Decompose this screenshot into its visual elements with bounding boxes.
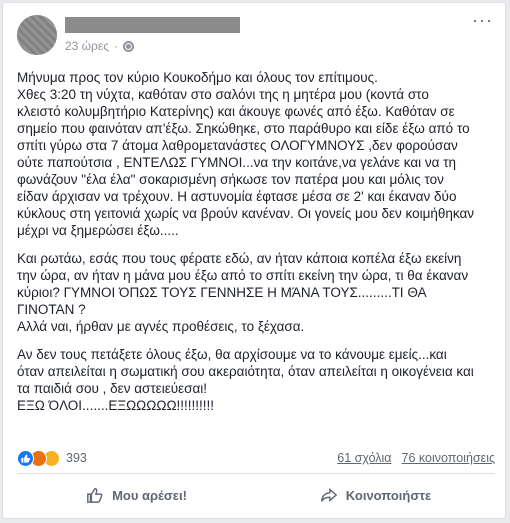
reactions[interactable]: 393 — [17, 449, 87, 467]
like-label: Μου αρέσει! — [112, 487, 187, 503]
redacted-author-name[interactable] — [65, 17, 240, 33]
post-meta: 23 ώρες · — [65, 39, 135, 53]
share-button[interactable]: Κοινοποιήστε — [256, 477, 495, 513]
post-body: Μήνυμα προς τον κύριο Κουκοδήμο και όλου… — [17, 69, 497, 425]
thumbs-up-icon — [87, 487, 103, 503]
like-button[interactable]: Μου αρέσει! — [17, 477, 256, 513]
shares-link[interactable]: 76 κοινοποιήσεις — [402, 451, 495, 465]
more-options-icon[interactable]: ··· — [472, 11, 493, 29]
share-label: Κοινοποιήστε — [345, 487, 432, 503]
post-actions: Μου αρέσει! Κοινοποιήστε — [17, 477, 495, 513]
reactions-count[interactable]: 393 — [66, 451, 87, 465]
post-paragraph: Και ρωτάω, εσάς που τους φέρατε εδώ, αν … — [17, 251, 469, 334]
share-arrow-icon — [320, 488, 338, 502]
post-time[interactable]: 23 ώρες — [65, 39, 109, 53]
like-reaction-icon — [17, 449, 34, 467]
divider — [17, 473, 495, 474]
avatar[interactable] — [17, 15, 57, 55]
post-paragraph: Μήνυμα προς τον κύριο Κουκοδήμο και όλου… — [17, 70, 475, 238]
post-card: 23 ώρες · ··· Μήνυμα προς τον κύριο Κουκ… — [2, 2, 506, 519]
globe-icon[interactable] — [123, 40, 135, 52]
post-paragraph: Αν δεν τους πετάξετε όλους έξω, θα αρχίσ… — [17, 347, 474, 413]
comments-link[interactable]: 61 σχόλια — [337, 451, 391, 465]
post-stats: 393 61 σχόλια 76 κοινοποιήσεις — [17, 448, 495, 468]
